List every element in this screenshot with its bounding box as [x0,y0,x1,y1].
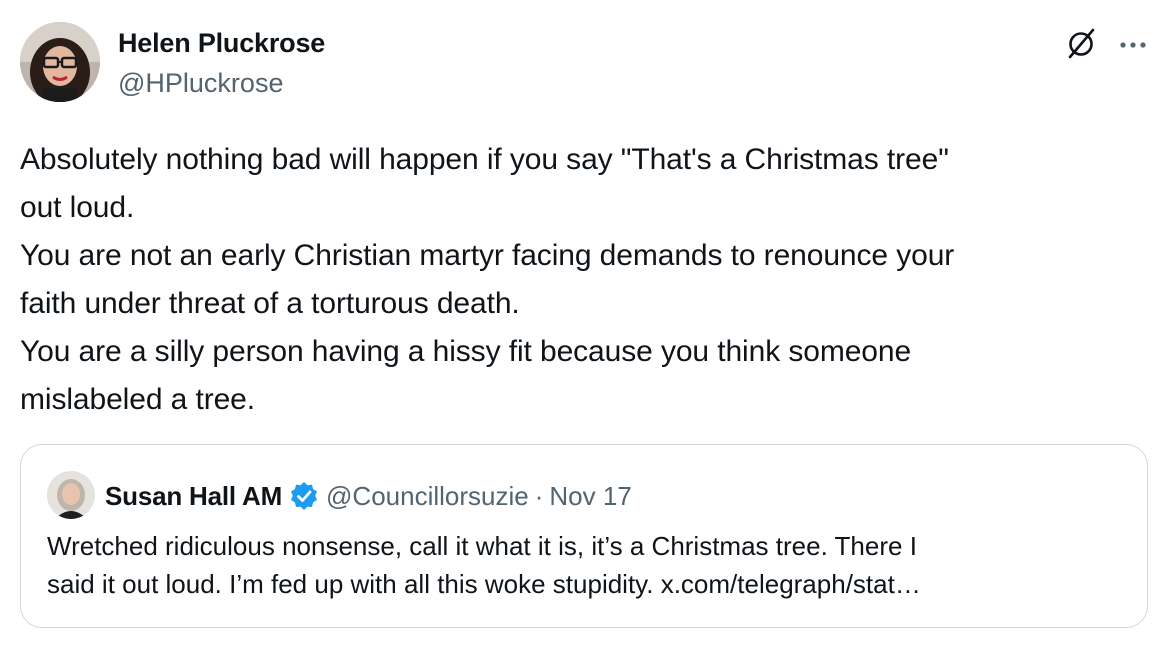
verified-badge-icon [291,482,318,510]
tweet-text-line: Absolutely nothing bad will happen if yo… [20,143,949,176]
quoted-author-name[interactable]: Susan Hall AM [105,481,282,512]
author-handle[interactable]: @HPluckrose [118,68,283,99]
quoted-author-avatar-image [47,471,95,519]
quoted-tweet-card[interactable]: Susan Hall AM @Councillorsuzie · Nov 17 … [20,444,1148,628]
more-icon[interactable] [1115,26,1151,60]
tweet-text-line: mislabeled a tree. [20,383,255,416]
author-avatar-image [20,22,100,102]
header-separator: · [534,480,544,511]
author-name[interactable]: Helen Pluckrose [118,28,325,59]
tweet-text-line: You are a silly person having a hissy fi… [20,335,912,368]
quoted-tweet-text-line: Wretched ridiculous nonsense, call it wh… [47,531,917,561]
tweet-text-line: You are not an early Christian martyr fa… [20,239,955,272]
quoted-tweet-text: Wretched ridiculous nonsense, call it wh… [47,527,1127,603]
tweet-text: Absolutely nothing bad will happen if yo… [20,136,1156,424]
quoted-tweet-text-line: said it out loud. I’m fed up with all th… [47,569,921,599]
tweet-text-line: out loud. [20,191,135,224]
quoted-tweet-date[interactable]: Nov 17 [549,481,631,512]
grok-icon[interactable] [1064,26,1098,60]
tweet-text-line: faith under threat of a torturous death. [20,287,520,320]
quoted-author-handle[interactable]: @Councillorsuzie [326,481,529,512]
quoted-tweet-header: Susan Hall AM @Councillorsuzie · Nov 17 [105,478,632,514]
quoted-author-avatar[interactable] [47,471,95,519]
author-avatar[interactable] [20,22,100,102]
